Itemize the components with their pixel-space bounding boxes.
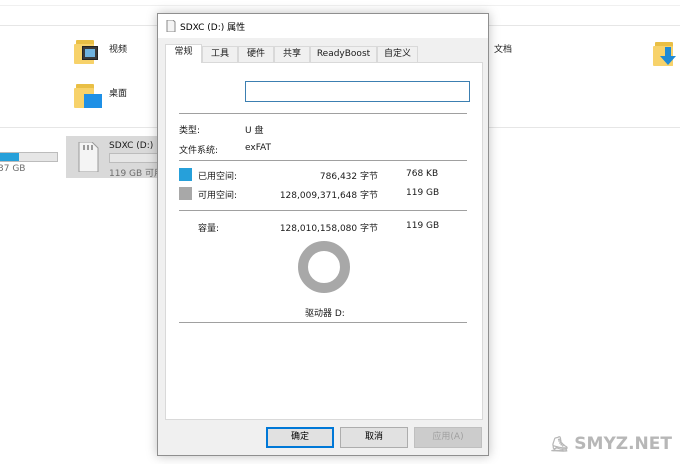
- left-drive-usage-bar: [0, 152, 58, 162]
- free-space-swatch: [179, 187, 192, 200]
- folder-label: 文档: [494, 45, 513, 55]
- general-tab-panel: 类型: U 盘 文件系统: exFAT 已用空间: 786,432 字节 768…: [165, 62, 483, 420]
- filesystem-label: 文件系统:: [179, 146, 219, 156]
- apply-button[interactable]: 应用(A): [414, 427, 482, 448]
- folder-label: 视频: [109, 45, 128, 55]
- filesystem-value: exFAT: [245, 143, 272, 153]
- drive-letter-label: 驱动器 D:: [305, 309, 345, 319]
- video-folder-icon: [74, 38, 102, 64]
- tab-tools[interactable]: 工具: [202, 46, 238, 63]
- dialog-title: SDXC (D:) 属性: [180, 23, 246, 33]
- watermark-glyph: ⛸: [550, 435, 575, 453]
- free-space-size: 119 GB: [406, 188, 440, 198]
- used-space-size: 768 KB: [406, 169, 439, 179]
- desktop-folder-icon: [74, 82, 102, 108]
- site-watermark: ⛸ SMYZ.NET: [550, 434, 672, 454]
- free-space-bytes: 128,009,371,648 字节: [279, 191, 378, 201]
- type-value: U 盘: [245, 126, 264, 136]
- capacity-bytes: 128,010,158,080 字节: [279, 224, 378, 234]
- folder-item-videos[interactable]: 视频: [74, 38, 154, 72]
- selected-drive-usage-bar: [109, 153, 161, 163]
- tab-sharing[interactable]: 共享: [274, 46, 310, 63]
- selected-drive-name: SDXC (D:): [109, 141, 154, 151]
- tab-readyboost[interactable]: ReadyBoost: [310, 46, 377, 63]
- drive-icon: [166, 20, 176, 32]
- capacity-size: 119 GB: [406, 221, 440, 231]
- divider: [179, 160, 467, 161]
- dialog-titlebar[interactable]: SDXC (D:) 属性: [158, 14, 488, 38]
- tab-customize[interactable]: 自定义: [377, 46, 418, 63]
- cancel-button[interactable]: 取消: [340, 427, 408, 448]
- used-space-bytes: 786,432 字节: [319, 172, 378, 182]
- ok-button[interactable]: 确定: [266, 427, 334, 448]
- watermark-text: SMYZ.NET: [574, 434, 672, 454]
- explorer-top-border: [0, 5, 680, 6]
- capacity-label: 容量:: [198, 224, 220, 234]
- left-drive-size: 37 GB: [0, 164, 26, 174]
- used-space-label: 已用空间:: [198, 172, 238, 182]
- free-space-label: 可用空间:: [198, 191, 238, 201]
- type-label: 类型:: [179, 126, 201, 136]
- folder-item-documents[interactable]: 文档: [494, 38, 554, 58]
- tab-hardware[interactable]: 硬件: [238, 46, 274, 63]
- folder-label: 桌面: [109, 89, 128, 99]
- divider: [179, 322, 467, 323]
- properties-dialog: SDXC (D:) 属性 常规 工具 硬件 共享 ReadyBoost 自定义 …: [157, 13, 489, 456]
- selected-drive-size: 119 GB 可用: [109, 169, 164, 179]
- divider: [179, 210, 467, 211]
- sd-card-drive-icon: [78, 142, 99, 172]
- selected-drive-item[interactable]: SDXC (D:) 119 GB 可用: [66, 136, 164, 179]
- drive-name-input[interactable]: [245, 81, 470, 102]
- usage-donut-chart: [298, 241, 350, 293]
- divider: [179, 113, 467, 114]
- folder-item-desktop[interactable]: 桌面: [74, 82, 154, 116]
- tab-general[interactable]: 常规: [165, 44, 202, 63]
- used-space-swatch: [179, 168, 192, 181]
- downloads-folder-icon[interactable]: [653, 40, 680, 66]
